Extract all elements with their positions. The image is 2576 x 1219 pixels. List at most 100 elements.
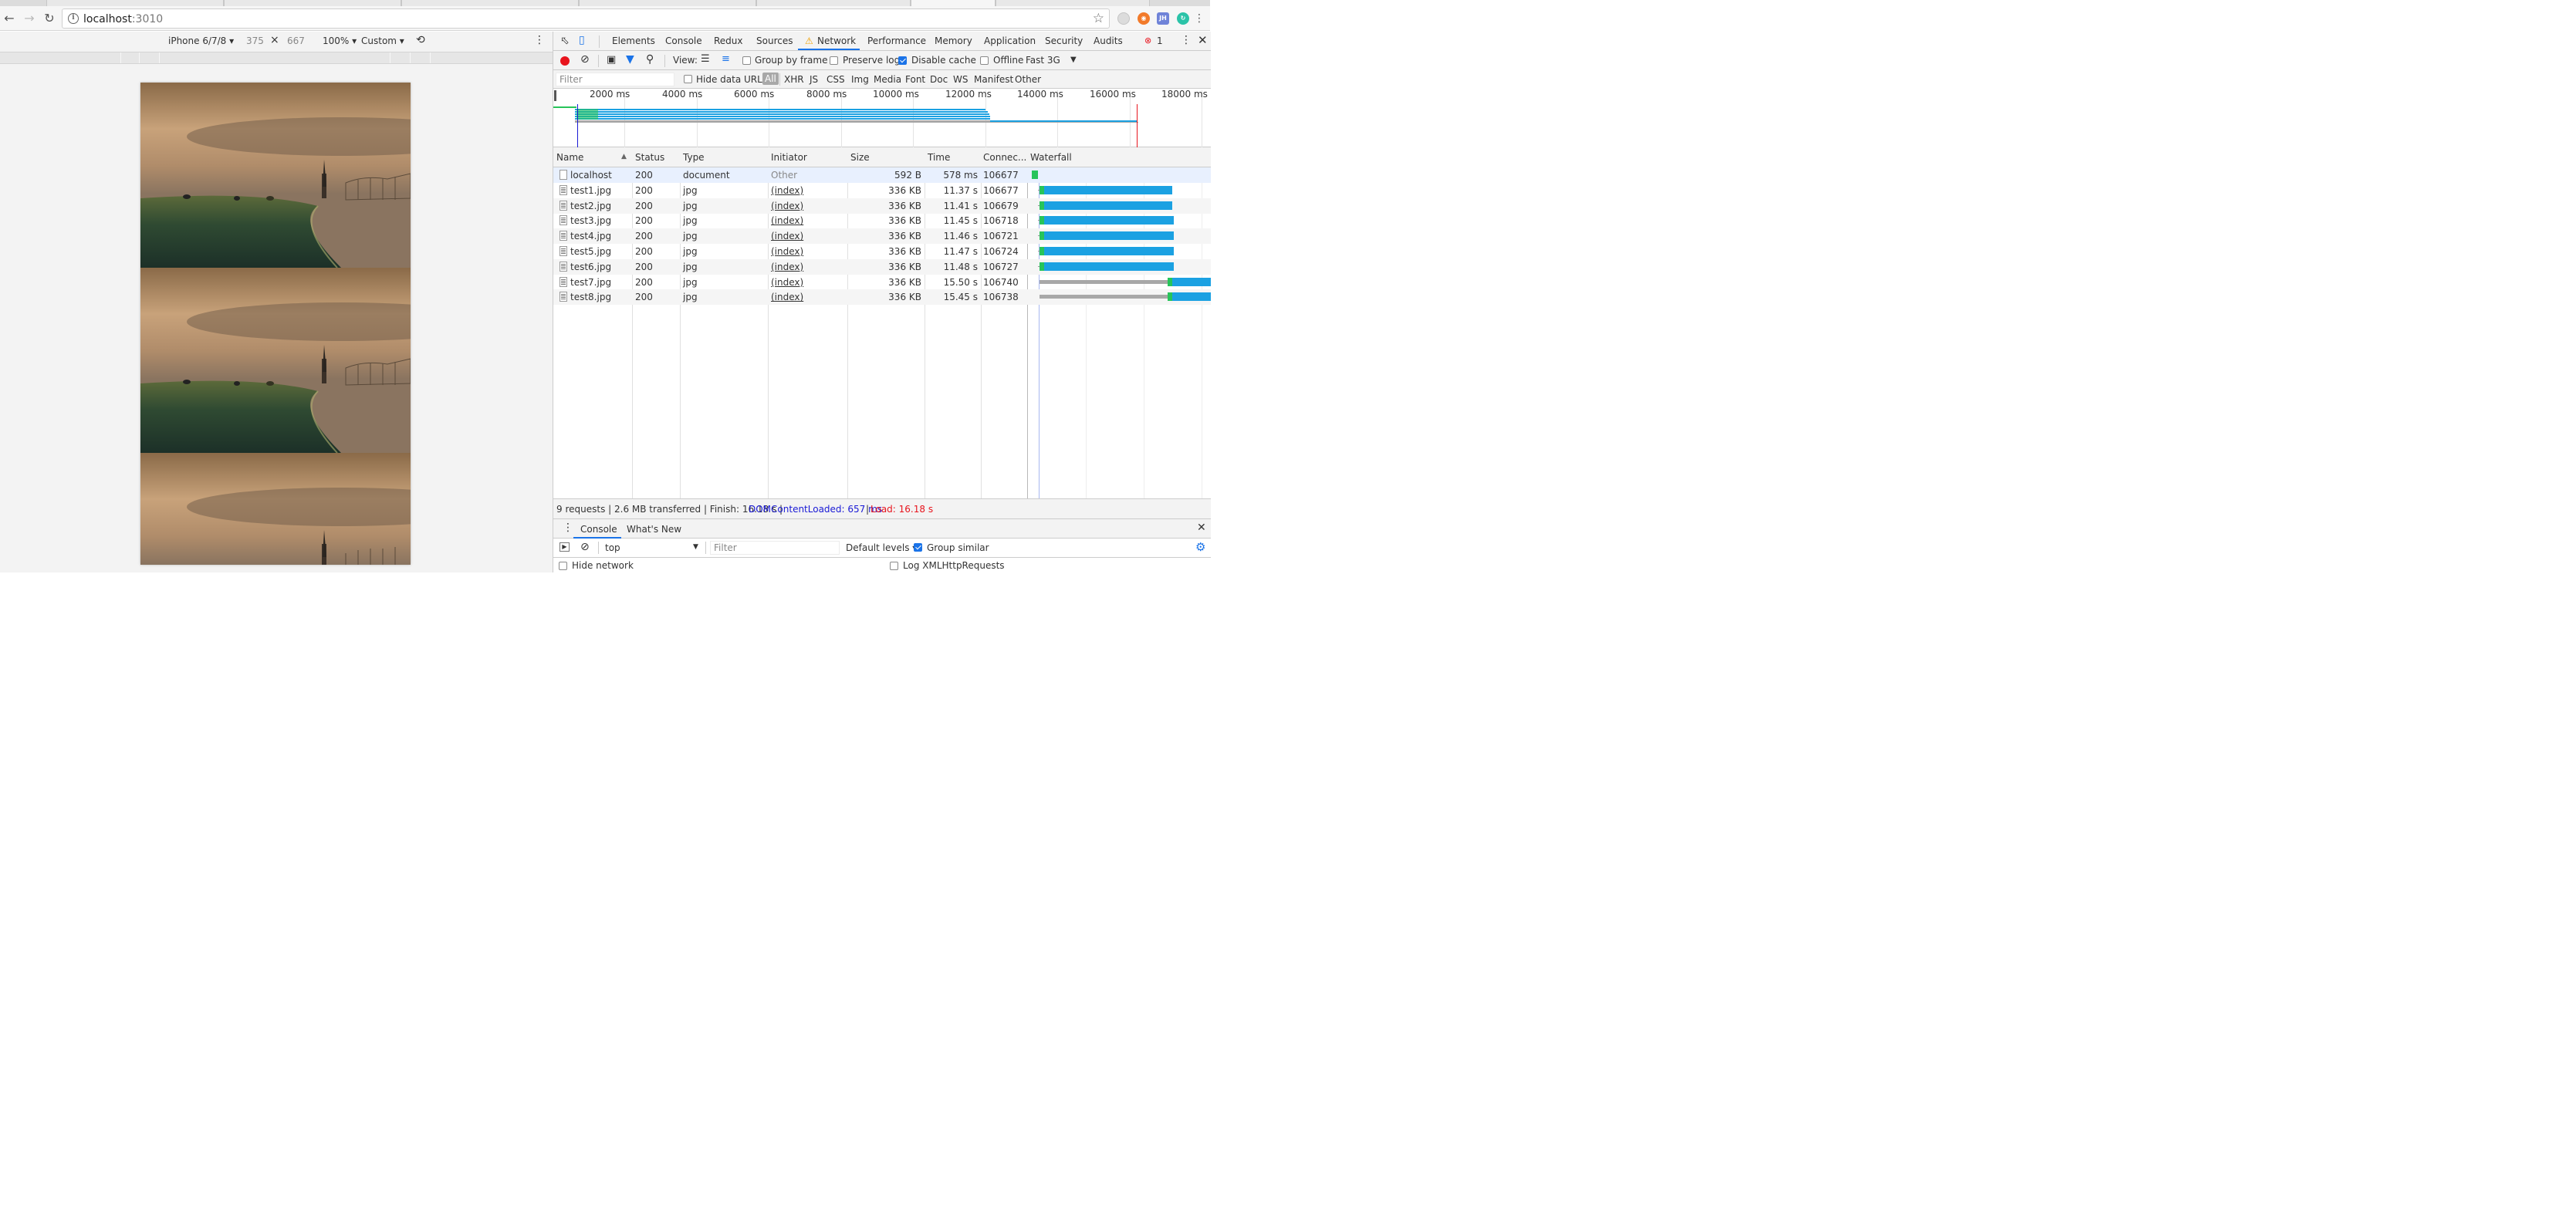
- filter-type-all[interactable]: All: [762, 73, 779, 85]
- column-header-waterfall[interactable]: Waterfall: [1030, 152, 1072, 163]
- group-by-frame-label[interactable]: Group by frame: [755, 55, 827, 66]
- request-initiator[interactable]: (index): [771, 246, 803, 257]
- browser-tab[interactable]: [224, 0, 401, 6]
- disable-cache-checkbox[interactable]: [898, 56, 907, 65]
- extension-icon[interactable]: ◉: [1138, 12, 1150, 25]
- close-devtools-icon[interactable]: ✕: [1198, 33, 1208, 47]
- tab-memory[interactable]: Memory: [935, 35, 972, 46]
- tab-redux[interactable]: Redux: [714, 35, 743, 46]
- request-initiator[interactable]: (index): [771, 231, 803, 241]
- zoom-select[interactable]: 100% ▾: [323, 35, 357, 46]
- column-header-name[interactable]: Name: [556, 152, 583, 163]
- request-name[interactable]: test1.jpg: [570, 185, 611, 196]
- filter-type-img[interactable]: Img: [851, 74, 869, 85]
- search-icon[interactable]: ⚲: [646, 53, 654, 66]
- tab-application[interactable]: Application: [984, 35, 1036, 46]
- group-similar-checkbox[interactable]: [914, 543, 922, 552]
- tab-security[interactable]: Security: [1045, 35, 1083, 46]
- filter-type-other[interactable]: Other: [1015, 74, 1041, 85]
- extension-jh-icon[interactable]: JH: [1157, 12, 1169, 25]
- context-select[interactable]: top ▼: [603, 541, 701, 555]
- tab-console[interactable]: Console: [665, 35, 702, 46]
- device-menu-icon[interactable]: ⋮: [534, 34, 545, 46]
- rotate-icon[interactable]: ⟲: [416, 34, 425, 46]
- filter-type-media[interactable]: Media: [874, 74, 901, 85]
- table-row[interactable]: test4.jpg 200 jpg (index) 336 KB 11.46 s 10672…: [553, 228, 1211, 245]
- bookmark-star-icon[interactable]: ☆: [1093, 11, 1104, 26]
- clear-console-icon[interactable]: ⊘: [580, 541, 590, 553]
- browser-tab[interactable]: [579, 0, 756, 6]
- settings-gear-icon[interactable]: ⚙: [1195, 540, 1205, 554]
- hide-network-label[interactable]: Hide network: [572, 560, 634, 571]
- tab-performance[interactable]: Performance: [867, 35, 926, 46]
- sort-ascending-icon[interactable]: ▲: [621, 153, 627, 160]
- hide-data-urls-checkbox[interactable]: [684, 75, 692, 83]
- tab-sources[interactable]: Sources: [756, 35, 793, 46]
- request-name[interactable]: test7.jpg: [570, 277, 611, 288]
- chevron-down-icon[interactable]: ▼: [1070, 56, 1077, 64]
- offline-checkbox[interactable]: [980, 56, 989, 65]
- error-count[interactable]: 1: [1157, 35, 1163, 46]
- url-input[interactable]: i localhost:3010 ☆: [62, 8, 1110, 29]
- request-initiator[interactable]: (index): [771, 215, 803, 226]
- log-levels-select[interactable]: Default levels ▾: [846, 542, 917, 553]
- column-header-connection[interactable]: Connec...: [983, 152, 1026, 163]
- tab-audits[interactable]: Audits: [1094, 35, 1123, 46]
- log-xhr-checkbox[interactable]: [890, 562, 898, 570]
- tab-elements[interactable]: Elements: [612, 35, 655, 46]
- reload-icon[interactable]: ↻: [42, 11, 57, 26]
- offline-label[interactable]: Offline: [993, 55, 1023, 66]
- preserve-log-label[interactable]: Preserve log: [843, 55, 900, 66]
- overview-handle[interactable]: [554, 90, 556, 101]
- column-header-status[interactable]: Status: [635, 152, 664, 163]
- browser-tab-active[interactable]: [911, 0, 996, 6]
- back-icon[interactable]: ←: [2, 11, 17, 26]
- network-overview-timeline[interactable]: 2000 ms 4000 ms 6000 ms 8000 ms 10000 ms…: [553, 89, 1211, 147]
- inspect-element-icon[interactable]: ⬁: [560, 35, 570, 47]
- waterfall-view-icon[interactable]: ≡: [722, 53, 730, 65]
- filter-type-js[interactable]: JS: [810, 74, 818, 85]
- clear-icon[interactable]: ⊘: [580, 53, 590, 66]
- group-similar-label[interactable]: Group similar: [927, 542, 989, 553]
- throttling-select[interactable]: Fast 3G: [1026, 55, 1060, 66]
- filter-type-xhr[interactable]: XHR: [784, 74, 804, 85]
- filter-type-doc[interactable]: Doc: [930, 74, 948, 85]
- column-header-initiator[interactable]: Initiator: [771, 152, 807, 163]
- device-width-input[interactable]: 375: [246, 35, 264, 46]
- preserve-log-checkbox[interactable]: [830, 56, 838, 65]
- device-height-input[interactable]: 667: [287, 35, 305, 46]
- console-filter-input[interactable]: Filter: [710, 541, 840, 555]
- screenshot-camera-icon[interactable]: ▣: [607, 54, 616, 66]
- table-row[interactable]: localhost 200 document Other 592 B 578 ms 1066…: [553, 167, 1211, 183]
- table-row[interactable]: test3.jpg 200 jpg (index) 336 KB 11.45 s 10671…: [553, 213, 1211, 228]
- column-header-time[interactable]: Time: [928, 152, 950, 163]
- site-info-icon[interactable]: i: [68, 13, 79, 24]
- request-name[interactable]: test5.jpg: [570, 246, 611, 257]
- filter-input[interactable]: Filter: [556, 73, 674, 86]
- request-name[interactable]: test6.jpg: [570, 262, 611, 272]
- extension-icon[interactable]: [1117, 12, 1130, 25]
- table-row[interactable]: test8.jpg 200 jpg (index) 336 KB 15.45 s 10673…: [553, 289, 1211, 306]
- throttle-select[interactable]: Custom ▾: [361, 35, 404, 46]
- request-name[interactable]: test2.jpg: [570, 201, 611, 211]
- filter-type-manifest[interactable]: Manifest: [974, 74, 1013, 85]
- request-initiator[interactable]: (index): [771, 262, 803, 272]
- forward-icon[interactable]: →: [22, 11, 37, 26]
- close-drawer-icon[interactable]: ✕: [1197, 522, 1206, 534]
- browser-tab[interactable]: [46, 0, 224, 6]
- large-rows-icon[interactable]: ☰: [701, 53, 710, 65]
- disable-cache-label[interactable]: Disable cache: [911, 55, 976, 66]
- log-xhr-label[interactable]: Log XMLHttpRequests: [903, 560, 1005, 571]
- table-row[interactable]: test2.jpg 200 jpg (index) 336 KB 11.41 s 10667…: [553, 198, 1211, 214]
- request-initiator[interactable]: (index): [771, 277, 803, 288]
- column-header-type[interactable]: Type: [683, 152, 705, 163]
- request-initiator[interactable]: (index): [771, 292, 803, 302]
- browser-menu-icon[interactable]: ⋮: [1192, 11, 1207, 26]
- table-row[interactable]: test6.jpg 200 jpg (index) 336 KB 11.48 s 10672…: [553, 258, 1211, 275]
- device-toggle-icon[interactable]: ▯: [579, 34, 585, 46]
- table-row[interactable]: test1.jpg 200 jpg (index) 336 KB 11.37 s 10667…: [553, 183, 1211, 198]
- drawer-tab-whats-new[interactable]: What's New: [627, 524, 681, 535]
- extension-sync-icon[interactable]: ↻: [1177, 12, 1189, 25]
- hide-data-urls-label[interactable]: Hide data URLs: [696, 74, 767, 85]
- record-icon[interactable]: [560, 56, 570, 66]
